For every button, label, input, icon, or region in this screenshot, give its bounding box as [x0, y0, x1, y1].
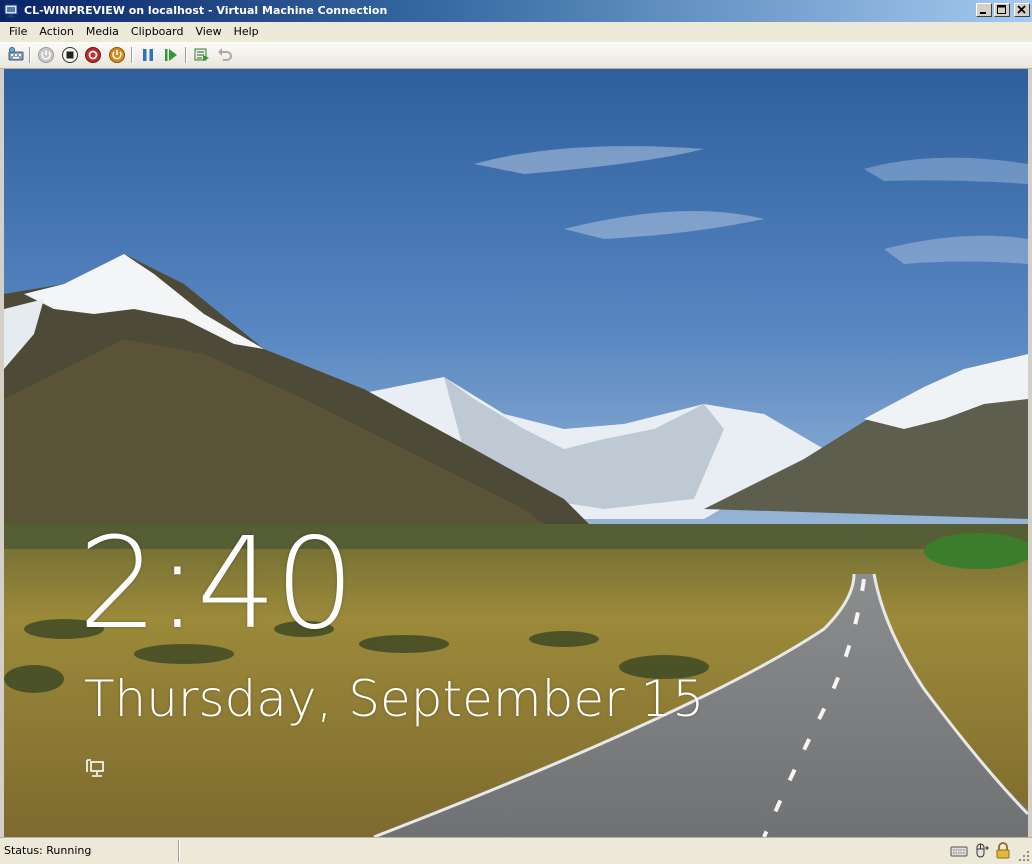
maximize-button[interactable] — [994, 3, 1010, 17]
resume-icon[interactable] — [162, 46, 180, 64]
status-bar: Status: Running — [0, 837, 1032, 864]
close-button[interactable] — [1014, 3, 1030, 17]
menu-clipboard[interactable]: Clipboard — [125, 23, 190, 41]
turn-off-icon[interactable] — [61, 46, 79, 64]
toolbar-separator — [131, 47, 133, 63]
menu-file[interactable]: File — [0, 23, 33, 41]
menu-view[interactable]: View — [189, 23, 227, 41]
revert-icon[interactable] — [216, 46, 234, 64]
close-icon — [1017, 5, 1026, 14]
keyboard-icon — [950, 846, 968, 857]
toolbar-separator — [185, 47, 187, 63]
lock-icon — [996, 842, 1010, 859]
maximize-icon — [997, 5, 1006, 14]
vm-screen[interactable]: 2:40 Thursday, September 15 — [4, 69, 1028, 837]
lock-screen-time: 2:40 — [78, 510, 355, 657]
toolbar-separator — [29, 47, 31, 63]
ctrl-alt-del-icon[interactable] — [7, 46, 25, 64]
resize-grip[interactable] — [1018, 850, 1030, 862]
mouse-icon — [976, 843, 989, 858]
menu-media[interactable]: Media — [80, 23, 125, 41]
network-icon — [86, 759, 104, 777]
vm-connection-icon — [4, 4, 18, 18]
save-icon[interactable] — [108, 46, 126, 64]
window-title: CL-WINPREVIEW on localhost - Virtual Mac… — [24, 4, 388, 17]
lock-screen-date: Thursday, September 15 — [84, 670, 705, 728]
minimize-icon — [980, 12, 986, 14]
pause-icon[interactable] — [139, 46, 157, 64]
toolbar — [0, 42, 1032, 69]
menu-action[interactable]: Action — [33, 23, 79, 41]
menu-help[interactable]: Help — [228, 23, 265, 41]
title-bar[interactable]: CL-WINPREVIEW on localhost - Virtual Mac… — [0, 0, 1032, 22]
start-icon[interactable] — [37, 46, 55, 64]
minimize-button[interactable] — [976, 3, 992, 17]
shut-down-icon[interactable] — [84, 46, 102, 64]
menu-bar: File Action Media Clipboard View Help — [0, 22, 1032, 42]
status-divider — [178, 840, 180, 862]
status-text: Status: Running — [4, 844, 92, 857]
snapshot-icon[interactable] — [193, 46, 211, 64]
